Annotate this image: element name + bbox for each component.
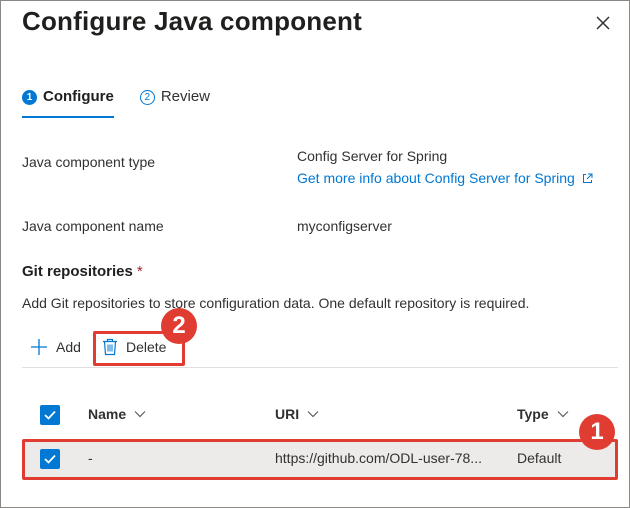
- git-repositories-heading: Git repositories *: [22, 263, 143, 280]
- component-type-value: Config Server for Spring: [297, 148, 448, 164]
- callout-badge-2: 2: [161, 308, 197, 344]
- close-icon[interactable]: [592, 12, 614, 34]
- add-button-label: Add: [56, 339, 81, 355]
- component-name-value: myconfigserver: [297, 218, 392, 234]
- dialog-title: Configure Java component: [22, 6, 362, 36]
- column-header-uri[interactable]: URI: [275, 406, 319, 422]
- tab-configure-label: Configure: [43, 88, 114, 105]
- checkmark-icon: [44, 410, 56, 420]
- add-button[interactable]: Add: [30, 338, 81, 356]
- plus-icon: [31, 339, 47, 355]
- tab-configure[interactable]: 1 Configure: [22, 88, 114, 118]
- component-type-label: Java component type: [22, 154, 156, 170]
- git-repositories-title: Git repositories: [22, 263, 133, 280]
- step-1-icon: 1: [22, 90, 37, 105]
- column-header-name[interactable]: Name: [88, 406, 146, 422]
- git-repositories-description: Add Git repositories to store configurat…: [22, 295, 530, 311]
- external-link-icon: [582, 173, 593, 183]
- wizard-tabs: 1 Configure 2 Review: [22, 88, 210, 120]
- step-2-icon: 2: [139, 90, 155, 105]
- chevron-down-icon: [134, 411, 146, 418]
- chevron-down-icon: [557, 411, 569, 418]
- dialog-frame: [0, 0, 630, 508]
- row-highlight-box: [22, 439, 618, 480]
- config-server-info-link[interactable]: Get more info about Config Server for Sp…: [297, 170, 593, 186]
- tab-review[interactable]: 2 Review: [139, 88, 211, 118]
- component-name-label: Java component name: [22, 218, 164, 234]
- select-all-checkbox[interactable]: [40, 405, 60, 425]
- column-name-label: Name: [88, 406, 127, 422]
- callout-badge-1: 1: [579, 414, 615, 450]
- column-uri-label: URI: [275, 406, 300, 422]
- column-header-type[interactable]: Type: [517, 406, 569, 422]
- tab-review-label: Review: [160, 88, 211, 105]
- chevron-down-icon: [307, 411, 319, 418]
- info-link-label: Get more info about Config Server for Sp…: [297, 170, 575, 186]
- column-type-label: Type: [517, 406, 549, 422]
- required-marker: *: [136, 263, 143, 280]
